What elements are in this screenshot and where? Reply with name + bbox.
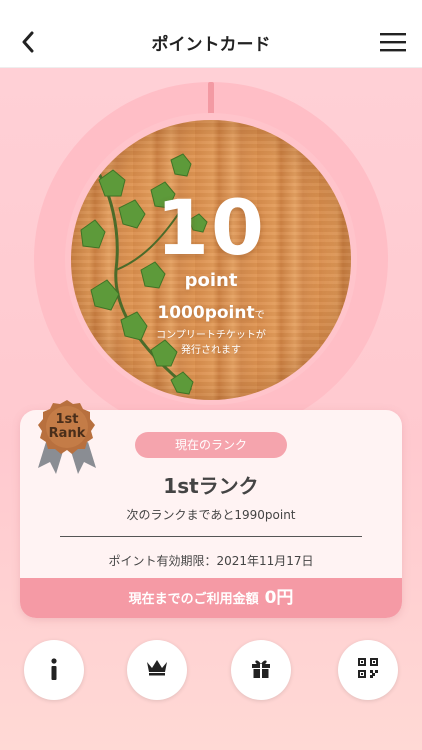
gift-button[interactable] (231, 640, 291, 700)
badge-line1: 1st (55, 412, 79, 427)
complete-desc-line2: 発行されます (181, 345, 241, 356)
points-value: 10 (156, 183, 266, 272)
current-rank-pill: 現在のランク (135, 432, 287, 458)
rank-button[interactable] (127, 640, 187, 700)
gift-icon (252, 660, 270, 678)
divider (60, 536, 362, 537)
menu-button[interactable] (378, 30, 408, 54)
next-rank-text: 次のランクまであと1990point (126, 508, 296, 522)
info-icon (51, 658, 57, 680)
points-unit: point (184, 270, 238, 291)
badge-line2: Rank (48, 426, 86, 441)
rank-badge: 1st Rank (34, 398, 100, 476)
point-expiry: ポイント有効期限：2021年11月17日 (108, 554, 314, 568)
app-header: ポイントカード (0, 0, 422, 68)
complete-points: 1000point (157, 303, 255, 323)
complete-threshold: 1000pointで (71, 303, 351, 323)
complete-description: コンプリートチケットが 発行されます (71, 328, 351, 358)
complete-desc-line1: コンプリートチケットが (156, 330, 266, 341)
qr-code-button[interactable] (338, 640, 398, 700)
badge-label: 1st Rank (34, 413, 100, 441)
qr-code-icon (358, 658, 378, 678)
complete-suffix: で (254, 310, 265, 321)
crown-icon (147, 660, 167, 676)
usage-label: 現在までのご利用金額 (128, 592, 259, 607)
hamburger-menu-icon (380, 33, 406, 52)
point-disc: 10 point 1000pointで コンプリートチケットが 発行されます (71, 120, 351, 400)
usage-amount: 0円 (264, 588, 294, 608)
usage-amount-bar: 現在までのご利用金額 0円 (20, 578, 402, 618)
page-title: ポイントカード (151, 35, 271, 55)
info-button[interactable] (24, 640, 84, 700)
